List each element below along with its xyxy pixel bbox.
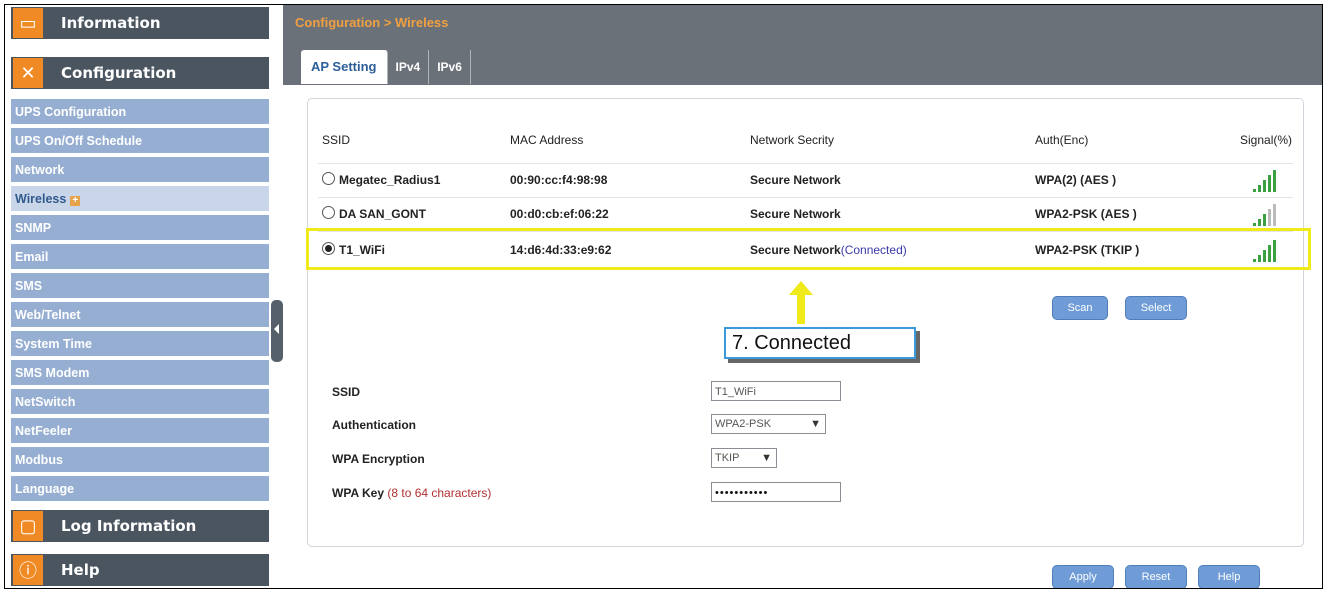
sidebar-item-ups-schedule[interactable]: UPS On/Off Schedule: [11, 128, 269, 155]
sidebar-item-label: Web/Telnet: [15, 308, 81, 322]
scan-button[interactable]: Scan: [1052, 296, 1108, 320]
sidebar-item-label: NetSwitch: [15, 395, 76, 409]
wpa-key-label: WPA Key (8 to 64 characters): [332, 486, 491, 500]
sidebar-item-snmp[interactable]: SNMP: [11, 215, 269, 242]
row-auth: WPA(2) (AES ): [1035, 173, 1117, 187]
tab-bar: AP Setting IPv4 IPv6: [301, 50, 471, 84]
sidebar-item-web-telnet[interactable]: Web/Telnet: [11, 302, 269, 329]
signal-strength-icon: [1253, 168, 1281, 192]
sidebar-item-label: UPS Configuration: [15, 105, 127, 119]
row-ssid: DA SAN_GONT: [322, 199, 426, 229]
authentication-select[interactable]: WPA2-PSK ▼: [711, 414, 826, 434]
menu-help-label: Help: [61, 561, 100, 579]
menu-information-label: Information: [61, 14, 161, 32]
sidebar-item-wireless[interactable]: Wireless +: [11, 186, 269, 213]
ap-list-panel: SSID MAC Address Network Secrity Auth(En…: [307, 98, 1304, 547]
info-circle-icon: ⓘ: [13, 555, 43, 585]
wpa-key-field[interactable]: •••••••••••: [711, 482, 841, 502]
arrow-shaft: [797, 288, 805, 324]
sidebar-item-label: Language: [15, 482, 75, 496]
encryption-select[interactable]: TKIP ▼: [711, 448, 777, 468]
highlight-box: [306, 228, 1311, 270]
col-mac: MAC Address: [510, 133, 584, 147]
divider: [318, 197, 1293, 198]
col-security: Network Secrity: [750, 133, 835, 147]
sidebar-item-label: System Time: [15, 337, 92, 351]
sidebar-item-ups-configuration[interactable]: UPS Configuration: [11, 99, 269, 126]
menu-configuration-label: Configuration: [61, 64, 177, 82]
menu-log-label: Log Information: [61, 517, 197, 535]
help-button[interactable]: Help: [1198, 565, 1260, 588]
wpa-key-hint: (8 to 64 characters): [387, 486, 492, 500]
row-auth: WPA2-PSK (AES ): [1035, 207, 1137, 221]
col-ssid: SSID: [322, 133, 351, 147]
row-ssid: Megatec_Radius1: [322, 165, 440, 195]
divider: [318, 163, 1293, 164]
sidebar-item-netswitch[interactable]: NetSwitch: [11, 389, 269, 416]
collapse-arrow-icon: [274, 324, 279, 334]
row-mac: 00:d0:cb:ef:06:22: [510, 207, 609, 221]
menu-information[interactable]: ▭ Information: [11, 7, 269, 39]
tab-ipv6[interactable]: IPv6: [429, 50, 471, 84]
sidebar: ▭ Information ✕ Configuration UPS Config…: [5, 5, 271, 588]
menu-configuration[interactable]: ✕ Configuration: [11, 57, 269, 89]
sidebar-item-language[interactable]: Language: [11, 476, 269, 503]
sidebar-item-label: Modbus: [15, 453, 63, 467]
ssid-label: SSID: [332, 385, 361, 399]
sidebar-item-system-time[interactable]: System Time: [11, 331, 269, 358]
col-auth: Auth(Enc): [1035, 133, 1089, 147]
sidebar-item-netfeeler[interactable]: NetFeeler: [11, 418, 269, 445]
row-security: Secure Network: [750, 207, 841, 221]
row-mac: 00:90:cc:f4:98:98: [510, 173, 608, 187]
sidebar-item-label: Network: [15, 163, 65, 177]
signal-strength-icon: [1253, 202, 1281, 226]
sidebar-collapse-handle[interactable]: [271, 300, 283, 362]
sidebar-item-label: UPS On/Off Schedule: [15, 134, 143, 148]
information-icon: ▭: [13, 8, 43, 38]
reset-button[interactable]: Reset: [1125, 565, 1187, 588]
chevron-down-icon: ▼: [810, 418, 821, 430]
sidebar-item-label: SMS Modem: [15, 366, 90, 380]
callout-label: 7. Connected: [724, 327, 916, 359]
radio-button[interactable]: [322, 172, 335, 185]
tools-icon: ✕: [13, 58, 43, 88]
ssid-field[interactable]: T1_WiFi: [711, 381, 841, 401]
encryption-label: WPA Encryption: [332, 452, 425, 466]
tab-ap-setting[interactable]: AP Setting: [301, 50, 388, 84]
table-row[interactable]: DA SAN_GONT 00:d0:cb:ef:06:22 Secure Net…: [308, 199, 1303, 229]
menu-log-information[interactable]: ▢ Log Information: [11, 510, 269, 542]
sidebar-item-email[interactable]: Email: [11, 244, 269, 271]
sidebar-item-label: Email: [15, 250, 49, 264]
table-row[interactable]: Megatec_Radius1 00:90:cc:f4:98:98 Secure…: [308, 165, 1303, 195]
authentication-value: WPA2-PSK: [715, 418, 772, 430]
menu-help[interactable]: ⓘ Help: [11, 554, 269, 586]
col-signal: Signal(%): [1240, 133, 1293, 147]
header-bar: Configuration > Wireless AP Setting IPv4…: [283, 5, 1322, 85]
authentication-label: Authentication: [332, 418, 416, 432]
folder-icon: ▢: [13, 511, 43, 541]
sidebar-item-modbus[interactable]: Modbus: [11, 447, 269, 474]
app-window: ▭ Information ✕ Configuration UPS Config…: [4, 4, 1323, 589]
expand-icon: +: [70, 196, 81, 206]
radio-button[interactable]: [322, 206, 335, 219]
sidebar-item-network[interactable]: Network: [11, 157, 269, 184]
wpa-key-label-text: WPA Key: [332, 486, 385, 500]
encryption-value: TKIP: [715, 452, 740, 464]
sidebar-item-sms[interactable]: SMS: [11, 273, 269, 300]
apply-button[interactable]: Apply: [1052, 565, 1114, 588]
row-security: Secure Network: [750, 173, 841, 187]
sidebar-item-sms-modem[interactable]: SMS Modem: [11, 360, 269, 387]
select-button[interactable]: Select: [1125, 296, 1187, 320]
sidebar-item-label: Wireless: [15, 192, 67, 206]
sidebar-item-label: NetFeeler: [15, 424, 72, 438]
sidebar-item-label: SMS: [15, 279, 43, 293]
tab-ipv4[interactable]: IPv4: [388, 50, 430, 84]
breadcrumb: Configuration > Wireless: [295, 15, 449, 30]
sidebar-item-label: SNMP: [15, 221, 52, 235]
chevron-down-icon: ▼: [761, 452, 772, 464]
table-header: SSID MAC Address Network Secrity Auth(En…: [308, 133, 1303, 159]
